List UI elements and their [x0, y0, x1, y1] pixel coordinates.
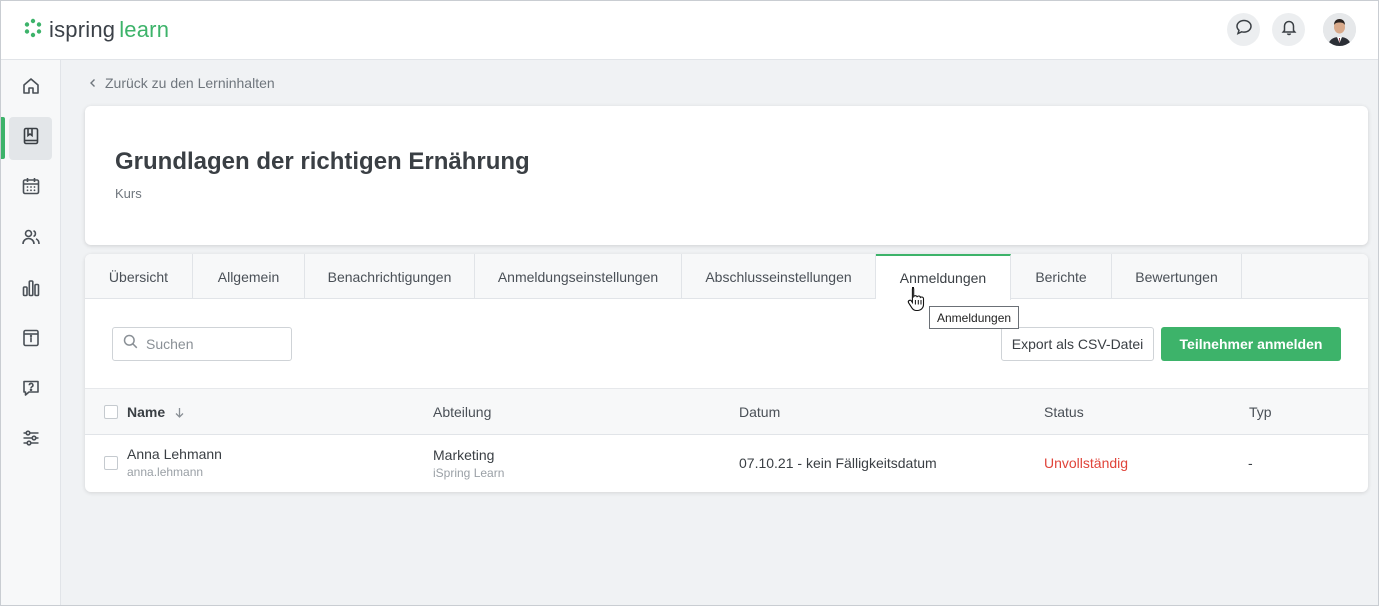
book-icon — [21, 126, 41, 151]
bell-icon — [1280, 18, 1298, 41]
page-title: Grundlagen der richtigen Ernährung — [115, 148, 530, 175]
back-link-label: Zurück zu den Lerninhalten — [105, 75, 275, 91]
notifications-button[interactable] — [1272, 13, 1305, 46]
sliders-icon — [21, 428, 41, 453]
top-bar: ispring learn — [1, 1, 1378, 60]
ispring-logo-icon — [23, 18, 43, 43]
sidebar-item-calendar[interactable] — [9, 167, 52, 210]
logo-text-learn: learn — [119, 17, 170, 42]
chat-button[interactable] — [1227, 13, 1260, 46]
sidebar-item-users[interactable] — [9, 218, 52, 261]
sidebar-item-reports[interactable] — [9, 269, 52, 312]
sidebar-active-indicator — [1, 117, 5, 159]
user-avatar[interactable] — [1323, 13, 1356, 46]
status-badge: Unvollständig — [1044, 455, 1129, 471]
export-csv-button[interactable]: Export als CSV-Datei — [1001, 327, 1154, 361]
hand-cursor-icon — [907, 286, 925, 317]
question-chat-icon — [21, 378, 41, 403]
enrollment-type: - — [1248, 455, 1253, 471]
avatar-image — [1323, 13, 1356, 46]
select-all-checkbox[interactable] — [104, 405, 118, 419]
row-checkbox[interactable] — [104, 456, 118, 470]
column-header-department[interactable]: Abteilung — [433, 404, 491, 420]
sidebar-item-learning-content[interactable] — [9, 117, 52, 160]
column-header-name[interactable]: Name — [127, 404, 184, 421]
back-link[interactable]: Zurück zu den Lerninhalten — [89, 75, 275, 91]
sidebar-item-info[interactable] — [9, 319, 52, 362]
search-input[interactable] — [146, 336, 276, 352]
user-login: anna.lehmann — [127, 465, 204, 479]
top-actions — [1227, 13, 1356, 46]
column-header-type[interactable]: Typ — [1249, 404, 1272, 420]
user-organization: iSpring Learn — [433, 466, 505, 480]
enroll-participants-button[interactable]: Teilnehmer anmelden — [1161, 327, 1341, 361]
tab-enrollments[interactable]: Anmeldungen — [876, 254, 1011, 300]
tab-ratings[interactable]: Bewertungen — [1112, 254, 1242, 299]
users-icon — [21, 227, 41, 252]
sort-arrow-down-icon — [175, 405, 184, 421]
enrollment-date: 07.10.21 - kein Fälligkeitsdatum — [739, 455, 937, 471]
sidebar-item-home[interactable] — [9, 67, 52, 110]
search-box[interactable] — [112, 327, 292, 361]
tab-general[interactable]: Allgemein — [193, 254, 305, 299]
bar-chart-icon — [21, 278, 41, 303]
course-type-label: Kurs — [115, 186, 142, 201]
column-header-date[interactable]: Datum — [739, 404, 780, 420]
sidebar — [1, 60, 61, 605]
sidebar-item-settings[interactable] — [9, 419, 52, 462]
calendar-icon — [21, 176, 41, 201]
chat-icon — [1235, 18, 1253, 41]
logo[interactable]: ispring learn — [23, 17, 169, 43]
user-name[interactable]: Anna Lehmann — [127, 446, 222, 462]
home-icon — [21, 76, 41, 101]
tab-notifications[interactable]: Benachrichtigungen — [305, 254, 475, 299]
table-header: Name Abteilung Datum Status Typ — [85, 388, 1368, 435]
column-header-status[interactable]: Status — [1044, 404, 1084, 420]
tab-enrollment-settings[interactable]: Anmeldungseinstellungen — [475, 254, 682, 299]
chevron-left-icon — [89, 75, 97, 91]
tab-tooltip: Anmeldungen — [929, 306, 1020, 329]
logo-text-ispring: ispring — [49, 17, 116, 42]
tab-reports[interactable]: Berichte — [1011, 254, 1112, 299]
tab-overview[interactable]: Übersicht — [85, 254, 193, 299]
table-row[interactable]: Anna Lehmann anna.lehmann Marketing iSpr… — [85, 435, 1368, 492]
tab-completion-settings[interactable]: Abschlusseinstellungen — [682, 254, 876, 299]
app-window: ispring learn Zurück zu den Lerninhalten… — [0, 0, 1379, 606]
info-box-icon — [21, 328, 41, 353]
sidebar-item-help[interactable] — [9, 369, 52, 412]
user-department: Marketing — [433, 447, 495, 463]
search-icon — [123, 334, 138, 354]
enrollments-card: Übersicht Allgemein Benachrichtigungen A… — [85, 254, 1368, 492]
tab-bar: Übersicht Allgemein Benachrichtigungen A… — [85, 254, 1368, 300]
course-header-card: Grundlagen der richtigen Ernährung Kurs — [85, 106, 1368, 245]
